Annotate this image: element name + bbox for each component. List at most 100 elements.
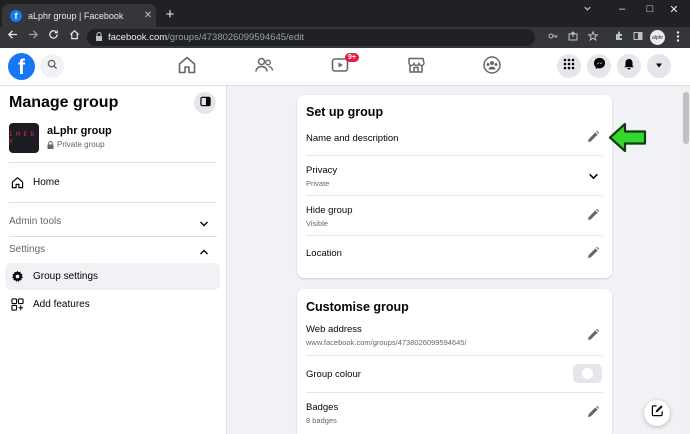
chevron-up-icon[interactable] [199,244,209,262]
menu-button[interactable] [557,54,581,78]
lock-icon [95,32,103,43]
sidebar-item-group-settings[interactable]: Group settings [5,263,220,290]
green-arrow-icon [608,121,648,159]
privacy-row[interactable]: Privacy Private [306,165,603,188]
group-privacy-label: Private group [57,140,105,149]
browser-tab[interactable]: f aLphr group | Facebook ✕ [2,4,156,27]
chevron-down-icon[interactable] [585,168,601,184]
manage-group-sidebar: Manage group I M E D V aLphr group Priva… [0,86,227,434]
badges-row[interactable]: Badges 8 badges [306,402,603,425]
close-window-button[interactable]: ✕ [664,3,684,16]
sidebar-toggle-icon [199,94,211,112]
chrome-menu-icon[interactable] [671,31,685,45]
row-divider [306,355,603,356]
key-icon[interactable] [546,31,560,44]
bookmark-star-icon[interactable] [586,30,600,44]
row-label: Group colour [306,369,361,380]
pencil-icon[interactable] [585,245,601,261]
url-domain: facebook.com [108,32,168,43]
pencil-icon[interactable] [585,404,601,420]
profile-avatar[interactable]: alphr [650,30,665,45]
page-scrollbar[interactable] [682,86,690,434]
row-divider [306,155,603,156]
row-value: Visible [306,219,328,228]
grid-menu-icon [563,57,575,75]
browser-tab-strip: f aLphr group | Facebook ✕ + – □ ✕ [0,0,690,27]
account-button[interactable] [647,54,671,78]
row-divider [306,195,603,196]
tab-title: aLphr group | Facebook [28,10,124,21]
group-name[interactable]: aLphr group [47,125,112,137]
settings-section[interactable]: Settings [9,244,45,255]
sidebar-item-add-features[interactable]: Add features [5,291,220,318]
extensions-icon[interactable] [612,31,626,44]
tab-layout-icon[interactable] [631,31,645,44]
group-privacy: Private group [47,140,105,149]
bell-icon [623,57,635,75]
row-label: Location [306,248,342,259]
forward-icon[interactable] [25,29,41,43]
row-divider [306,392,603,393]
card-title: Set up group [306,105,384,119]
tab-close-icon[interactable]: ✕ [140,10,156,21]
tab-search-icon[interactable] [583,4,592,15]
row-label: Badges [306,402,339,413]
back-icon[interactable] [4,29,20,43]
video-notification-badge: 9+ [345,53,359,62]
maximize-button[interactable]: □ [640,3,660,15]
url-path: /groups/4738026099594645/edit [167,32,304,43]
search-icon [47,57,58,75]
facebook-logo[interactable]: f [8,53,35,80]
sidebar-divider [9,236,217,237]
new-tab-button[interactable]: + [162,6,178,23]
messenger-icon [593,57,606,75]
sidebar-item-label: Home [33,177,60,188]
home-nav-icon[interactable] [177,55,201,79]
url-field[interactable]: facebook.com/groups/4738026099594645/edi… [87,29,535,46]
row-value: www.facebook.com/groups/4738026099594645… [306,338,467,347]
address-bar-row: facebook.com/groups/4738026099594645/edi… [0,27,690,48]
facebook-top-nav: f 9+ [0,48,690,86]
pencil-icon[interactable] [585,129,601,145]
marketplace-nav-icon[interactable] [406,55,430,79]
hide-group-row[interactable]: Hide group Visible [306,205,603,228]
sidebar-item-label: Add features [33,299,90,310]
gear-icon [9,270,25,283]
group-cover-thumbnail[interactable]: I M E D V [9,123,39,153]
web-address-row[interactable]: Web address www.facebook.com/groups/4738… [306,324,603,347]
home-browser-icon[interactable] [66,29,82,43]
new-message-button[interactable] [644,400,670,426]
row-label: Privacy [306,165,338,176]
sidebar-divider [9,162,217,163]
sidebar-item-home[interactable]: Home [5,169,220,196]
notifications-button[interactable] [617,54,641,78]
row-value: 8 badges [306,416,337,425]
colour-knob [582,368,593,379]
row-divider [306,235,603,236]
group-colour-swatch[interactable] [573,364,602,383]
sidebar-divider [9,202,217,203]
groups-nav-icon[interactable] [482,55,506,79]
collapse-sidebar-button[interactable] [194,92,216,114]
pencil-icon[interactable] [585,207,601,223]
admin-tools-section[interactable]: Admin tools [9,216,61,227]
reload-icon[interactable] [45,29,61,43]
friends-nav-icon[interactable] [254,55,278,79]
location-row[interactable]: Location [306,248,603,259]
share-icon[interactable] [566,31,580,44]
compose-icon [651,404,664,422]
search-button[interactable] [40,54,64,78]
scrollbar-thumb[interactable] [683,92,689,144]
add-features-icon [9,298,25,311]
lock-small-icon [47,140,54,149]
facebook-favicon-icon: f [10,9,22,22]
messenger-button[interactable] [587,54,611,78]
row-label: Hide group [306,205,353,216]
group-colour-row[interactable]: Group colour [306,369,603,380]
minimize-button[interactable]: – [612,3,632,15]
pencil-icon[interactable] [585,327,601,343]
name-and-description-row[interactable]: Name and description [306,133,603,144]
customise-group-card: Customise group Web address www.facebook… [297,289,612,434]
row-label: Name and description [306,133,399,144]
chevron-down-icon[interactable] [199,216,209,234]
